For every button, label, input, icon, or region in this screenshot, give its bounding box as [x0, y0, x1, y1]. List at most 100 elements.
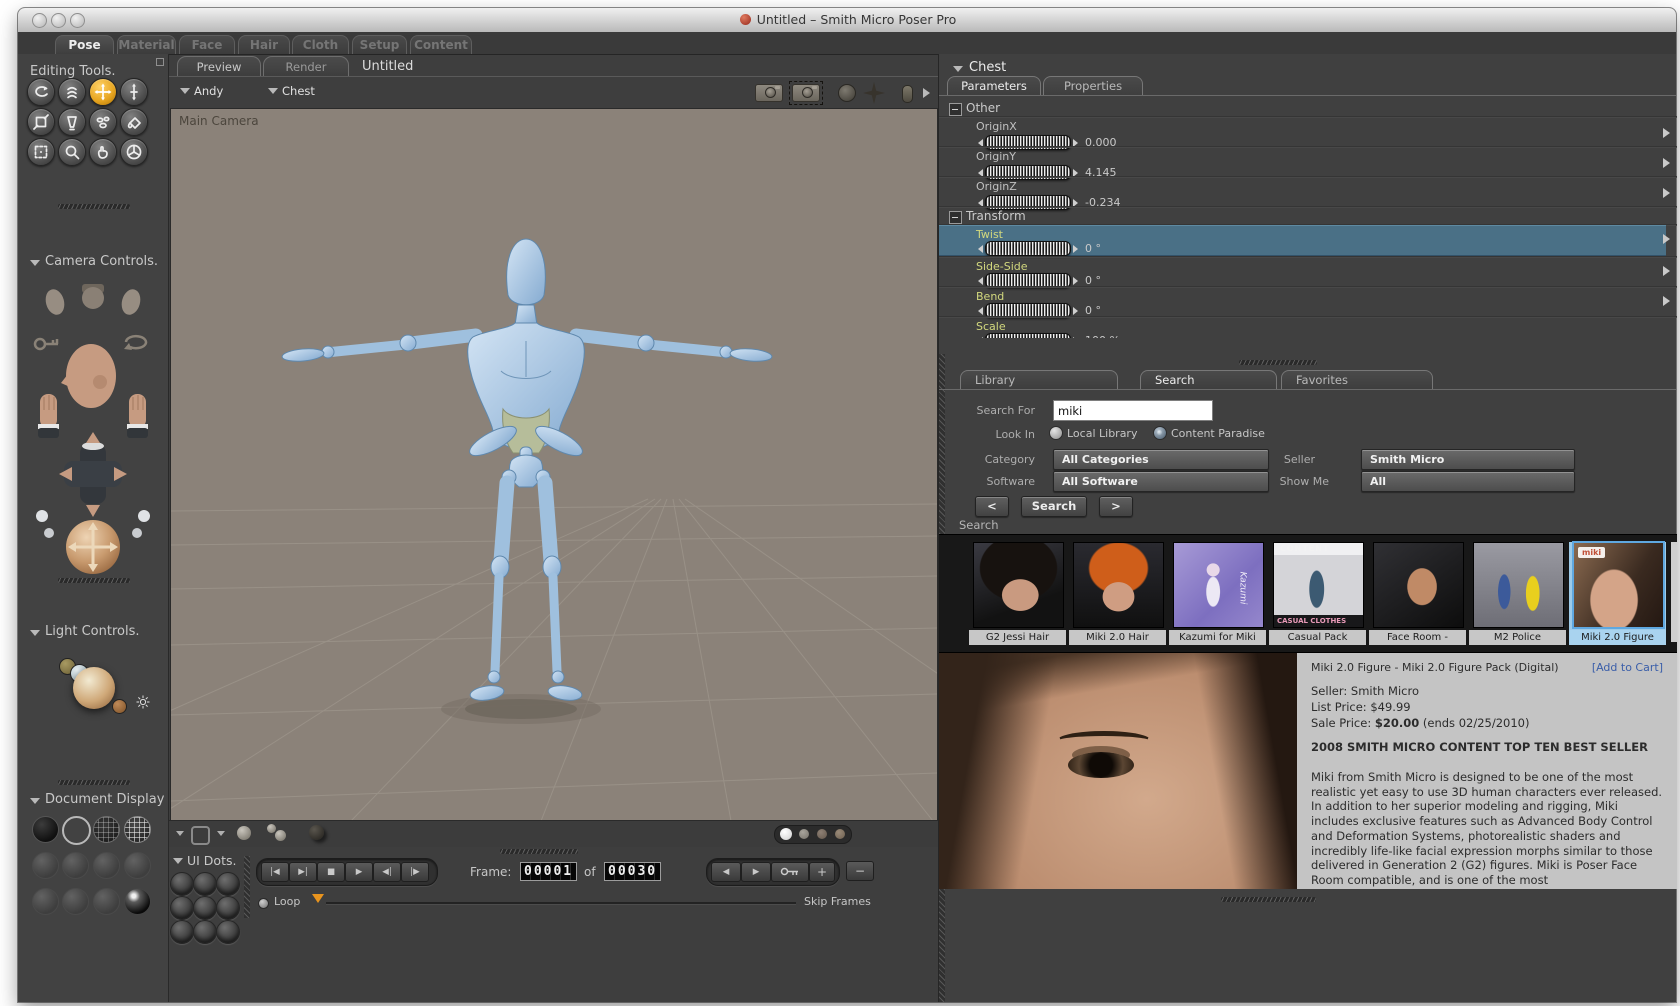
display-mode-lit-wireframe[interactable]	[32, 852, 59, 879]
tab-preview[interactable]: Preview	[177, 56, 261, 77]
document-display-collapse-icon[interactable]	[30, 798, 40, 804]
tab-search[interactable]: Search	[1140, 370, 1277, 389]
thumbnail-image[interactable]	[1073, 542, 1164, 628]
thumbnail-image[interactable]	[1473, 542, 1564, 628]
twist-dial[interactable]	[978, 241, 1078, 256]
timeline-track[interactable]	[326, 902, 796, 904]
next-key-button[interactable]: ▶	[741, 862, 771, 882]
param-options-icon[interactable]	[1663, 158, 1670, 168]
display-mode-flat-lined[interactable]	[93, 852, 120, 879]
param-options-icon[interactable]	[1663, 188, 1670, 198]
camera-flyaround-icon[interactable]	[755, 84, 783, 102]
figure-menu-icon[interactable]	[180, 88, 190, 94]
actor-menu-icon[interactable]	[268, 88, 278, 94]
thumbnail-image[interactable]: miki	[1572, 541, 1665, 629]
category-select[interactable]: All Categories	[1053, 449, 1269, 470]
ui-dot-5[interactable]	[193, 896, 217, 920]
next-page-button[interactable]: >	[1099, 496, 1133, 517]
thumbnail-image[interactable]	[1373, 542, 1464, 628]
ui-dot-3[interactable]	[216, 872, 240, 896]
display-mode-smooth-lined[interactable]	[62, 888, 89, 915]
zoom-window-icon[interactable]	[70, 13, 85, 28]
trackball-icon[interactable]	[838, 84, 856, 102]
software-select[interactable]: All Software	[1053, 471, 1269, 492]
seller-select[interactable]: Smith Micro	[1361, 449, 1575, 470]
local-library-label[interactable]: Local Library	[1067, 427, 1137, 440]
actor-selector[interactable]: Chest	[282, 84, 315, 98]
display-mode-cartoon[interactable]	[124, 852, 151, 879]
depth-cue-menu-icon[interactable]	[176, 831, 184, 836]
camera-dot-1[interactable]	[780, 828, 792, 840]
param-value-twist[interactable]: 0 °	[1085, 242, 1101, 255]
light-indicator-3[interactable]	[112, 699, 127, 714]
thumbnail-label[interactable]: Face Room -	[1369, 630, 1466, 645]
tracking-square-icon[interactable]	[191, 826, 210, 845]
camera-dot-3[interactable]	[817, 829, 827, 839]
display-mode-silhouette[interactable]	[32, 816, 59, 843]
camera-controls-cluster[interactable]	[28, 276, 158, 580]
param-options-icon[interactable]	[1663, 234, 1670, 244]
stop-button[interactable]: ■	[317, 862, 345, 882]
ui-dot-8[interactable]	[193, 920, 217, 944]
scale-tool-button[interactable]	[27, 108, 55, 136]
previous-page-button[interactable]: <	[975, 496, 1009, 517]
tab-render[interactable]: Render	[263, 56, 349, 77]
originx-dial[interactable]	[978, 135, 1078, 150]
param-options-icon[interactable]	[1663, 128, 1670, 138]
viewport[interactable]: Main Camera	[170, 108, 938, 822]
camera-select-icon[interactable]	[792, 84, 820, 102]
move-xy-icon[interactable]	[863, 82, 885, 104]
camera-dot-2[interactable]	[799, 829, 809, 839]
timeline-separator[interactable]	[500, 849, 578, 854]
thumbnail-image[interactable]: CONTENT CASUAL CLOTHES	[1273, 542, 1364, 628]
param-options-icon[interactable]	[1663, 266, 1670, 276]
delete-keyframe-button[interactable]: −	[846, 861, 874, 881]
timeline-drag-handle[interactable]	[244, 856, 250, 918]
param-value-originy[interactable]: 4.145	[1085, 166, 1117, 179]
sidebar-separator[interactable]	[58, 780, 130, 785]
light-controls-collapse-icon[interactable]	[30, 630, 40, 636]
twist-tool-button[interactable]	[58, 78, 86, 106]
collapse-group-other-icon[interactable]	[949, 103, 962, 116]
library-separator[interactable]	[1239, 360, 1317, 365]
tab-setup[interactable]: Setup	[352, 35, 407, 54]
search-button[interactable]: Search	[1021, 496, 1087, 517]
tracking-menu-icon[interactable]	[217, 831, 225, 836]
minimize-window-icon[interactable]	[51, 13, 66, 28]
result-thumb[interactable]: G2 Jessi Hair	[969, 542, 1066, 645]
close-window-icon[interactable]	[32, 13, 47, 28]
sun-icon[interactable]	[135, 694, 151, 714]
total-frames-counter[interactable]: 00030	[604, 862, 662, 881]
loop-toggle[interactable]	[258, 898, 269, 909]
step-forward-button[interactable]: |▶	[401, 862, 429, 882]
tab-cloth[interactable]: Cloth	[292, 35, 349, 54]
tab-pose[interactable]: Pose	[55, 35, 114, 54]
previous-key-button[interactable]: ◀	[711, 862, 741, 882]
view-magnifier-tool-button[interactable]	[58, 138, 86, 166]
search-input[interactable]	[1053, 400, 1213, 421]
play-button[interactable]: ▶	[345, 862, 373, 882]
ui-dots-collapse-icon[interactable]	[173, 858, 183, 864]
ui-dot-4[interactable]	[170, 896, 194, 920]
thumbnail-label[interactable]: Miki 2.0 Figure	[1569, 630, 1666, 645]
local-library-radio[interactable]	[1049, 426, 1063, 440]
taper-tool-button[interactable]	[58, 108, 86, 136]
tab-material[interactable]: Material	[117, 35, 176, 54]
ui-dot-6[interactable]	[216, 896, 240, 920]
title-bar[interactable]: Untitled – Smith Micro Poser Pro	[18, 8, 1676, 33]
sidebar-separator[interactable]	[58, 204, 130, 209]
collapse-group-transform-icon[interactable]	[949, 211, 962, 224]
display-mode-flat-shaded[interactable]	[62, 852, 89, 879]
thumbnail-label[interactable]: Casual Pack	[1269, 630, 1366, 645]
detail-scroll-handle[interactable]	[1221, 897, 1316, 902]
orbit-tool-button[interactable]	[120, 138, 148, 166]
content-paradise-radio[interactable]	[1153, 426, 1167, 440]
show-me-select[interactable]: All	[1361, 471, 1575, 492]
ui-dot-2[interactable]	[193, 872, 217, 896]
grouping-tool-button[interactable]	[27, 138, 55, 166]
move-z-icon[interactable]	[902, 85, 913, 103]
result-thumb[interactable]: CONTENT CASUAL CLOTHES Casual Pack	[1269, 542, 1366, 645]
tab-favorites[interactable]: Favorites	[1281, 370, 1433, 389]
panel-corner-handle[interactable]	[156, 58, 164, 66]
thumbnail-label[interactable]: Miki 2.0 Hair	[1069, 630, 1166, 645]
